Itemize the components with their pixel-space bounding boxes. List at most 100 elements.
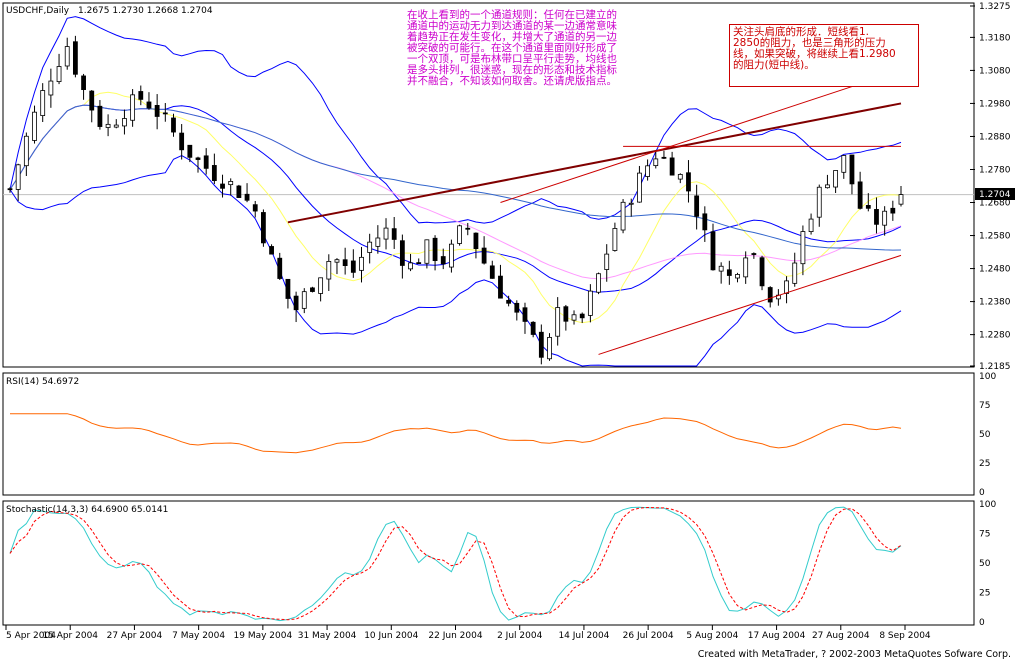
time-tick-label: 15 Apr 2004: [42, 631, 98, 641]
current-price-label: 1.2704: [979, 190, 1011, 200]
candle-body: [841, 155, 847, 173]
candle-body: [604, 253, 610, 270]
rsi-tick-label: 75: [979, 401, 990, 411]
candle-body: [195, 157, 201, 160]
candle-body: [890, 207, 896, 214]
candle-body: [833, 170, 839, 188]
candle-body: [56, 66, 62, 83]
price-tick-label: 1.2880: [979, 132, 1011, 142]
candle-body: [310, 287, 315, 292]
candle-body: [15, 164, 21, 190]
candle-body: [571, 314, 577, 321]
candle-body: [596, 273, 601, 293]
time-axis: 5 Apr 200415 Apr 2004 27 Apr 2004 7 May 20…: [5, 625, 931, 641]
candle-body: [244, 193, 250, 201]
candle-body: [220, 183, 225, 189]
candle-body: [449, 243, 454, 268]
price-tick-label: 1.2380: [979, 298, 1011, 308]
candle-body: [318, 277, 324, 294]
price-tick-label: 1.2480: [979, 265, 1011, 275]
candle-body: [424, 239, 430, 264]
candle-body: [865, 205, 871, 209]
candle-body: [669, 157, 675, 176]
candle-body: [293, 295, 299, 311]
candle-body: [898, 194, 904, 205]
stochastic-tick-label: 50: [979, 559, 991, 569]
time-tick-label: 17 Aug 2004: [748, 631, 806, 641]
stochastic-label: Stochastic(14,3,3) 64.6900 65.0141: [6, 505, 168, 515]
candle-body: [146, 101, 152, 109]
time-tick-label: 8 Sep 2004: [879, 631, 931, 641]
stochastic-tick-label: 75: [979, 530, 990, 540]
candle-body: [285, 278, 291, 299]
price-tick-label: 1.2280: [979, 331, 1011, 341]
candle-body: [162, 112, 168, 115]
stochastic-axis: 100 75 50 25 0: [979, 500, 996, 628]
time-tick-label: 31 May 2004: [298, 631, 357, 641]
candle-body: [383, 227, 389, 240]
time-tick-label: 26 Jul 2004: [623, 631, 674, 641]
candle-body: [113, 124, 119, 128]
candle-body: [105, 123, 111, 128]
candle-body: [882, 210, 888, 226]
rsi-tick-label: 25: [979, 459, 990, 469]
rsi-tick-label: 0: [979, 488, 985, 498]
candle-body: [269, 246, 274, 255]
left-annotation: 在收上看到的一个通道规则：任何在已建立的 通道中的运动无力到达通道的某一边通常意…: [407, 9, 617, 87]
candle-body: [498, 275, 503, 299]
candle-body: [514, 302, 520, 313]
candle-body: [40, 90, 46, 116]
time-tick-label: 10 Jun 2004: [364, 631, 418, 641]
candle-body: [628, 202, 634, 205]
price-tick-label: 1.3080: [979, 66, 1011, 76]
candle-body: [751, 253, 757, 255]
candle-body: [32, 111, 37, 141]
rsi-tick-label: 100: [979, 372, 996, 382]
candle-body: [187, 144, 193, 158]
candle-body: [620, 201, 626, 231]
candle-body: [154, 105, 160, 117]
time-tick-label: 14 Jul 2004: [558, 631, 609, 641]
time-tick-label: 5 Aug 2004: [686, 631, 738, 641]
candle-body: [506, 299, 512, 304]
rsi-axis: 100 75 50 25 0: [979, 372, 996, 498]
candle-body: [72, 41, 78, 75]
candle-body: [825, 184, 830, 189]
time-tick-label: 27 Aug 2004: [812, 631, 870, 641]
footer: Created with MetaTrader, ? 2002-2003 Met…: [0, 646, 1019, 664]
candle-body: [587, 290, 593, 316]
candle-body: [408, 262, 413, 270]
candle-body: [759, 257, 765, 287]
ohlc-readout: 1.2675 1.2730 1.2668 1.2704: [78, 6, 213, 16]
candle-body: [138, 91, 144, 100]
candle-body: [784, 280, 789, 294]
candle-body: [7, 188, 13, 191]
candle-body: [97, 105, 103, 127]
price-tick-label: 1.2680: [979, 199, 1011, 209]
time-tick-label: 2 Jul 2004: [497, 631, 542, 641]
candle-body: [645, 165, 650, 177]
candle-body: [489, 265, 495, 279]
candle-body: [702, 213, 708, 231]
price-tick-label: 1.3275: [979, 2, 1011, 12]
candle-body: [522, 307, 528, 322]
candle-body: [89, 90, 95, 111]
candle-body: [179, 132, 185, 151]
candle-body: [808, 218, 814, 232]
candle-body: [473, 232, 479, 249]
time-tick-label: 19 May 2004: [234, 631, 293, 641]
candle-body: [23, 135, 29, 167]
candle-body: [130, 94, 136, 121]
time-tick-label: 7 May 2004: [172, 631, 225, 641]
candle-body: [203, 155, 209, 169]
candle-body: [538, 331, 544, 358]
candle-body: [301, 291, 307, 309]
candle-body: [743, 257, 749, 278]
stochastic-tick-label: 100: [979, 500, 996, 510]
candle-body: [637, 172, 642, 203]
candle-body: [718, 265, 724, 272]
price-tick-label: 1.2780: [979, 165, 1011, 175]
candle-body: [440, 256, 446, 265]
candle-body: [579, 313, 585, 319]
candle-body: [563, 306, 569, 322]
